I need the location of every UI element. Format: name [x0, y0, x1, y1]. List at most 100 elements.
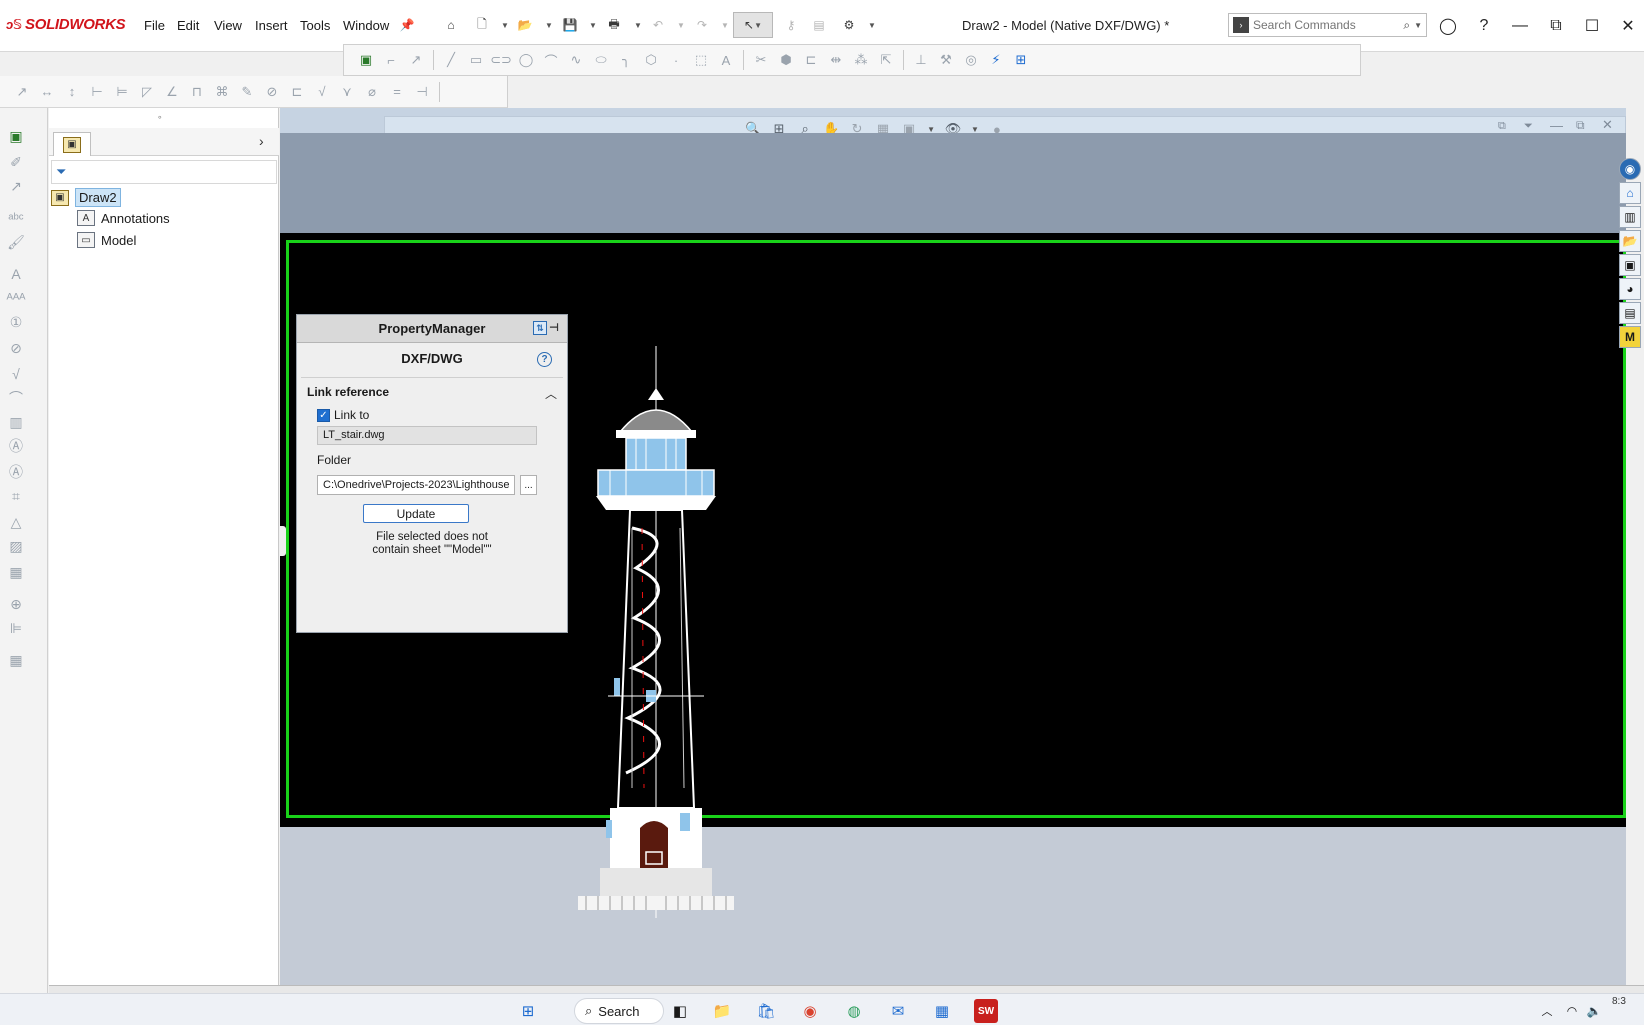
save-icon[interactable]: 💾: [559, 14, 581, 36]
chevron-down-icon[interactable]: ▼: [589, 21, 597, 30]
table-icon[interactable]: ▦: [8, 652, 24, 668]
trim-icon[interactable]: ✂: [753, 52, 769, 68]
file-explorer-icon[interactable]: 📁: [710, 999, 734, 1023]
solidworks-resources-icon[interactable]: ◉: [1619, 158, 1641, 180]
search-commands-box[interactable]: › ⌕ ▼: [1228, 13, 1427, 37]
rectangle-icon[interactable]: ▭: [468, 52, 484, 68]
panel-collapse-handle[interactable]: [280, 526, 286, 556]
quick-snaps-icon[interactable]: ◎: [963, 52, 979, 68]
vertical-dimension-icon[interactable]: ↕: [64, 84, 80, 100]
chrome-icon[interactable]: ◉: [798, 999, 822, 1023]
chevron-down-icon[interactable]: ▼: [677, 21, 685, 30]
arc-icon[interactable]: ⌒: [543, 52, 559, 69]
weld-symbol-icon[interactable]: ⌒: [8, 390, 24, 406]
spell-check-icon[interactable]: ᵃᵇᶜ: [8, 210, 24, 226]
tree-item-model[interactable]: ▭ Model: [77, 232, 136, 248]
browse-button[interactable]: ...: [520, 475, 537, 495]
dimension-icon[interactable]: ↗: [8, 178, 24, 194]
design-library-icon[interactable]: ▥: [1619, 206, 1641, 228]
print-icon[interactable]: 🖶: [603, 14, 625, 36]
centermark-icon[interactable]: ⊣: [414, 84, 430, 100]
menu-tools[interactable]: Tools: [300, 18, 330, 33]
polygon-icon[interactable]: ⬡: [643, 52, 659, 68]
menu-view[interactable]: View: [214, 18, 242, 33]
new-document-icon[interactable]: 🗋: [471, 14, 493, 36]
point-icon[interactable]: ·: [668, 52, 684, 68]
note-icon[interactable]: A: [8, 266, 24, 282]
chevron-down-icon[interactable]: ▼: [501, 21, 509, 30]
undo-icon[interactable]: ↶: [647, 14, 669, 36]
sketch-icon[interactable]: ✐: [8, 154, 24, 170]
balloon-icon[interactable]: ①: [8, 314, 24, 330]
volume-icon[interactable]: 🔈: [1582, 999, 1606, 1023]
chevron-down-icon[interactable]: ▼: [1414, 21, 1422, 30]
centerline-icon[interactable]: ⬚: [693, 52, 709, 68]
tree-item-annotations[interactable]: A Annotations: [77, 210, 170, 226]
view-palette-icon[interactable]: ▣: [1619, 254, 1641, 276]
home-icon[interactable]: ⌂: [440, 14, 462, 36]
tile-view-icon[interactable]: ⧉: [1498, 120, 1506, 133]
text-icon[interactable]: A: [718, 52, 734, 68]
search-icon[interactable]: ⌕: [1403, 18, 1410, 33]
hole-callout-icon[interactable]: ⌀: [364, 84, 380, 100]
open-folder-icon[interactable]: 📂: [514, 14, 536, 36]
linked-file-field[interactable]: LT_stair.dwg: [317, 426, 537, 445]
center-mark-icon[interactable]: ⊕: [8, 596, 24, 612]
filter-icon[interactable]: ⏷: [56, 164, 66, 180]
tree-filter-box[interactable]: ⏷: [51, 160, 277, 184]
geometric-tolerance-icon[interactable]: Ⓐ: [8, 438, 24, 454]
baseline-dimension-icon[interactable]: ⊢: [89, 84, 105, 100]
splitter-handle-icon[interactable]: ∘: [157, 112, 163, 123]
folder-path-field[interactable]: C:\Onedrive\Projects-2023\Lighthouse: [317, 475, 515, 495]
menu-window[interactable]: Window: [343, 18, 389, 33]
help-icon[interactable]: ?: [1470, 14, 1498, 38]
datum-target-icon[interactable]: ⌗: [8, 488, 24, 504]
clock[interactable]: 8:3: [1612, 996, 1626, 1007]
move-entities-icon[interactable]: ⇱: [878, 52, 894, 68]
chevron-up-icon[interactable]: ︿: [1535, 999, 1559, 1023]
weld-symbol-icon[interactable]: ⋎: [339, 84, 355, 100]
help-icon[interactable]: ?: [537, 352, 552, 367]
chamfer-dimension-icon[interactable]: ◸: [139, 84, 155, 100]
dimxpert-icon[interactable]: ⌘: [214, 84, 230, 100]
group-title-link-reference[interactable]: Link reference: [307, 385, 389, 399]
calendar-icon[interactable]: ▦: [930, 999, 954, 1023]
file-properties-icon[interactable]: ▤: [808, 14, 830, 36]
line-icon[interactable]: ╱: [443, 52, 459, 68]
drawing-view-icon[interactable]: ▣: [8, 128, 24, 144]
horizontal-dimension-icon[interactable]: ↔: [39, 84, 55, 100]
mirror-icon[interactable]: ⇹: [828, 52, 844, 68]
datum-feature-icon[interactable]: ⊏: [289, 84, 305, 100]
menu-file[interactable]: File: [144, 18, 165, 33]
detach-icon[interactable]: ⇅: [533, 321, 547, 335]
outlook-icon[interactable]: ✉: [886, 999, 910, 1023]
chevron-right-icon[interactable]: ›: [259, 133, 264, 149]
menu-edit[interactable]: Edit: [177, 18, 199, 33]
home-icon[interactable]: ⌂: [1619, 182, 1641, 204]
pushpin-icon[interactable]: ⊣: [549, 321, 559, 337]
ordinate-dimension-icon[interactable]: ⊨: [114, 84, 130, 100]
wifi-icon[interactable]: ◠: [1560, 999, 1584, 1023]
offset-icon[interactable]: ⊏: [803, 52, 819, 68]
task-view-icon[interactable]: ◧: [668, 999, 692, 1023]
close-button[interactable]: ✕: [1614, 14, 1642, 38]
redo-icon[interactable]: ↷: [691, 14, 713, 36]
link-to-checkbox[interactable]: ✓: [317, 408, 330, 422]
solidworks-taskbar-icon[interactable]: SW: [974, 999, 998, 1023]
select-arrow-icon[interactable]: ↖ ▼: [733, 12, 773, 38]
search-input[interactable]: [1253, 18, 1383, 32]
corner-rectangle-icon[interactable]: ⌐: [383, 52, 399, 68]
convert-entities-icon[interactable]: ⬢: [778, 52, 794, 68]
file-explorer-icon[interactable]: 📂: [1619, 230, 1641, 252]
rebuild-icon[interactable]: ⚷: [780, 14, 802, 36]
windows-start-icon[interactable]: ⊞: [516, 999, 540, 1023]
tree-item-root[interactable]: ▣ Draw2: [51, 188, 121, 207]
linear-note-pattern-icon[interactable]: ᴬᴬᴬ: [6, 290, 25, 306]
revision-symbol-icon[interactable]: △: [8, 514, 24, 530]
link-to-checkbox-row[interactable]: ✓ Link to: [317, 408, 369, 422]
linear-pattern-icon[interactable]: ⁂: [853, 52, 869, 68]
format-painter-icon[interactable]: 🖌: [7, 234, 25, 250]
taskbar-search[interactable]: ⌕ Search: [574, 998, 664, 1024]
area-hatch-icon[interactable]: ▨: [8, 538, 24, 554]
chevron-down-icon[interactable]: ▼: [868, 21, 876, 30]
